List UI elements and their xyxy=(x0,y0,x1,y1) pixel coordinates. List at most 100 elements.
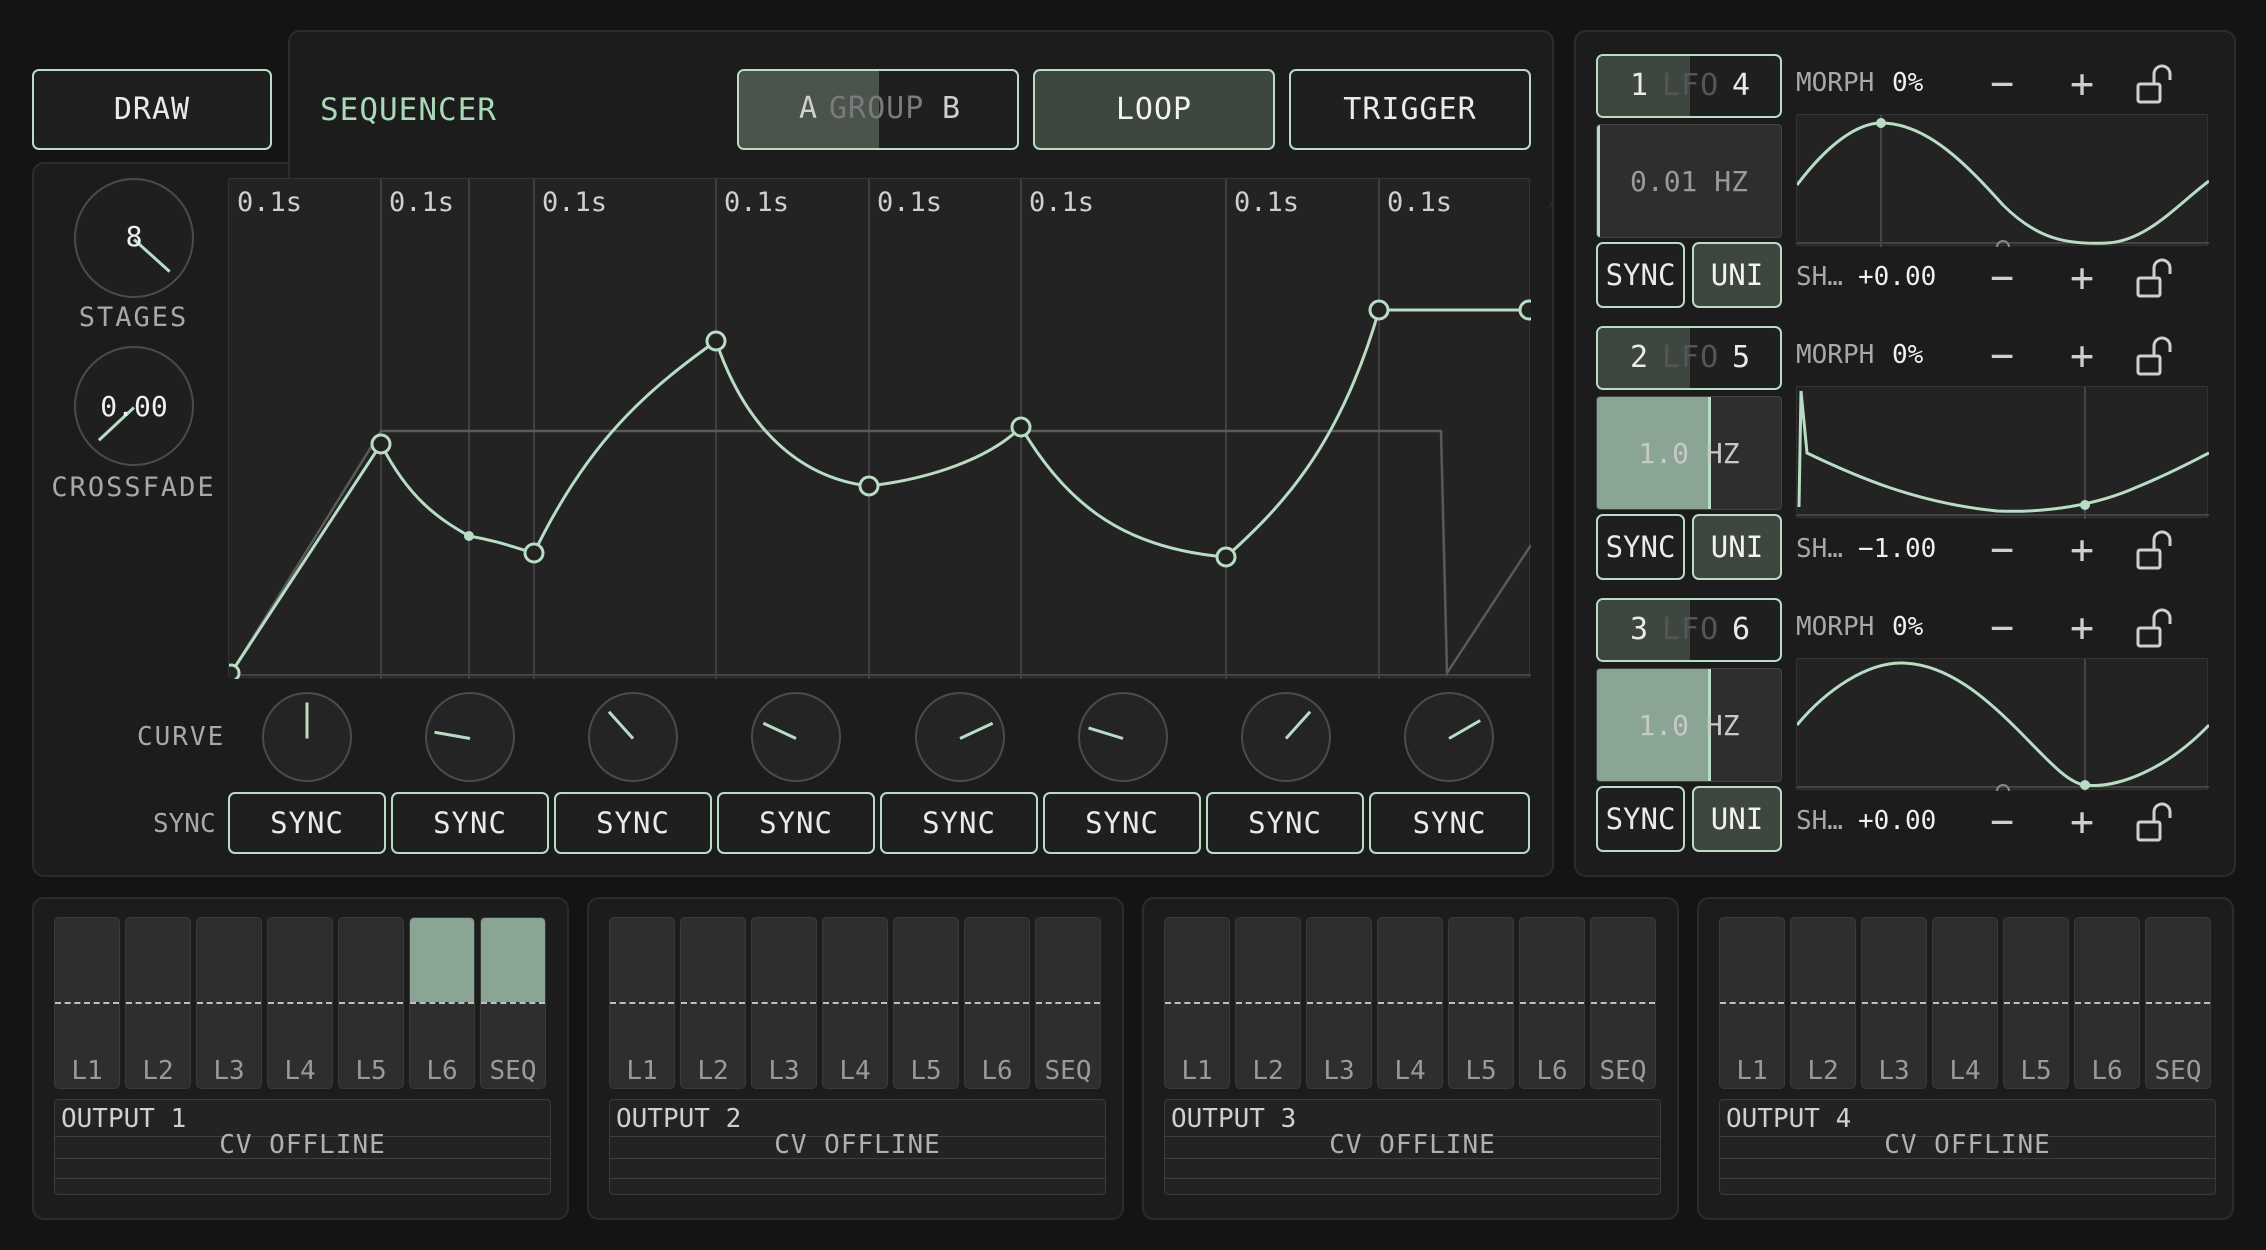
lfo-select-3[interactable]: 3 LFO 6 xyxy=(1596,598,1782,662)
curve-knob-1[interactable] xyxy=(262,692,352,782)
fader-l3[interactable]: L3 xyxy=(1861,917,1927,1089)
lock-open-icon[interactable] xyxy=(2134,336,2174,380)
morph-minus-3[interactable]: − xyxy=(1982,605,2022,651)
fader-l4[interactable]: L4 xyxy=(822,917,888,1089)
fader-l6[interactable]: L6 xyxy=(2074,917,2140,1089)
fader-seq[interactable]: SEQ xyxy=(2145,917,2211,1089)
lfo-sync-button-1[interactable]: SYNC xyxy=(1596,242,1685,308)
curve-knob-3[interactable] xyxy=(588,692,678,782)
shape-value-1: +0.00 xyxy=(1858,262,1937,292)
step-sync-button-6[interactable]: SYNC xyxy=(1043,792,1201,854)
fader-l2[interactable]: L2 xyxy=(125,917,191,1089)
shape-minus-2[interactable]: − xyxy=(1982,527,2022,573)
step-sync-button-8[interactable]: SYNC xyxy=(1369,792,1530,854)
step-sync-button-3[interactable]: SYNC xyxy=(554,792,712,854)
shape-minus-1[interactable]: − xyxy=(1982,255,2022,301)
fader-center-mark xyxy=(894,1002,958,1004)
lock-open-icon[interactable] xyxy=(2134,258,2174,302)
lfo-sync-button-3[interactable]: SYNC xyxy=(1596,786,1685,852)
fader-l6[interactable]: L6 xyxy=(1519,917,1585,1089)
lock-open-icon[interactable] xyxy=(2134,802,2174,846)
fader-l1[interactable]: L1 xyxy=(1719,917,1785,1089)
lfo-select-2[interactable]: 2 LFO 5 xyxy=(1596,326,1782,390)
lfo-wave-graph-1[interactable] xyxy=(1796,114,2209,247)
lfo-rate-1[interactable]: 0.01 HZ xyxy=(1596,124,1782,238)
morph-plus-1[interactable]: + xyxy=(2062,61,2102,107)
fader-l4[interactable]: L4 xyxy=(1932,917,1998,1089)
lfo-uni-button-2[interactable]: UNI xyxy=(1692,514,1782,580)
fader-center-mark xyxy=(1236,1002,1300,1004)
lfo-num-b: 5 xyxy=(1732,340,1752,375)
fader-l3[interactable]: L3 xyxy=(1306,917,1372,1089)
lock-open-icon[interactable] xyxy=(2134,64,2174,108)
envelope-svg xyxy=(229,179,1531,679)
group-a-label: A xyxy=(799,91,819,126)
fader-l2[interactable]: L2 xyxy=(1235,917,1301,1089)
curve-knob-8[interactable] xyxy=(1404,692,1494,782)
trigger-button[interactable]: TRIGGER xyxy=(1289,69,1531,150)
fader-l1[interactable]: L1 xyxy=(54,917,120,1089)
draw-button[interactable]: DRAW xyxy=(32,69,272,150)
fader-l1[interactable]: L1 xyxy=(1164,917,1230,1089)
lock-open-icon[interactable] xyxy=(2134,530,2174,574)
fader-l1[interactable]: L1 xyxy=(609,917,675,1089)
fader-l6[interactable]: L6 xyxy=(409,917,475,1089)
fader-seq[interactable]: SEQ xyxy=(1590,917,1656,1089)
morph-minus-1[interactable]: − xyxy=(1982,61,2022,107)
fader-l6[interactable]: L6 xyxy=(964,917,1030,1089)
lfo-rate-2[interactable]: 1.0 HZ xyxy=(1596,396,1782,510)
step-sync-button-4[interactable]: SYNC xyxy=(717,792,875,854)
stages-knob[interactable]: 8 xyxy=(74,178,194,298)
lfo-uni-button-3[interactable]: UNI xyxy=(1692,786,1782,852)
shape-minus-3[interactable]: − xyxy=(1982,799,2022,845)
crossfade-knob[interactable]: 0.00 xyxy=(74,346,194,466)
step-sync-button-2[interactable]: SYNC xyxy=(391,792,549,854)
group-toggle[interactable]: A GROUP B xyxy=(737,69,1019,150)
lfo-rate-3[interactable]: 1.0 HZ xyxy=(1596,668,1782,782)
lock-open-icon[interactable] xyxy=(2134,608,2174,652)
fader-l2[interactable]: L2 xyxy=(1790,917,1856,1089)
lfo-rate-text: 1.0 HZ xyxy=(1638,437,1740,470)
fader-l3[interactable]: L3 xyxy=(751,917,817,1089)
fader-center-mark xyxy=(1933,1002,1997,1004)
curve-knob-7[interactable] xyxy=(1241,692,1331,782)
fader-seq[interactable]: SEQ xyxy=(1035,917,1101,1089)
fader-seq[interactable]: SEQ xyxy=(480,917,546,1089)
lfo-rate-text: 0.01 HZ xyxy=(1629,165,1748,198)
fader-l2[interactable]: L2 xyxy=(680,917,746,1089)
shape-plus-2[interactable]: + xyxy=(2062,527,2102,573)
morph-plus-2[interactable]: + xyxy=(2062,333,2102,379)
fader-center-mark xyxy=(55,1002,119,1004)
fader-l5[interactable]: L5 xyxy=(1448,917,1514,1089)
shape-plus-3[interactable]: + xyxy=(2062,799,2102,845)
curve-knob-4[interactable] xyxy=(751,692,841,782)
curve-knob-2[interactable] xyxy=(425,692,515,782)
fader-l5[interactable]: L5 xyxy=(893,917,959,1089)
sequencer-tab-label[interactable]: SEQUENCER xyxy=(320,92,497,128)
lfo-sync-button-2[interactable]: SYNC xyxy=(1596,514,1685,580)
curve-knob-5[interactable] xyxy=(915,692,1005,782)
curve-knob-6[interactable] xyxy=(1078,692,1168,782)
step-sync-button-5[interactable]: SYNC xyxy=(880,792,1038,854)
lfo-wave-graph-3[interactable] xyxy=(1796,658,2209,791)
step-sync-button-1[interactable]: SYNC xyxy=(228,792,386,854)
output-status: CV OFFLINE xyxy=(1329,1130,1496,1160)
step-sync-button-7[interactable]: SYNC xyxy=(1206,792,1364,854)
step-envelope-graph[interactable]: 0.1s 0.1s 0.1s 0.1s 0.1s 0.1s 0.1s 0.1s xyxy=(228,178,1531,679)
morph-minus-2[interactable]: − xyxy=(1982,333,2022,379)
fader-l5[interactable]: L5 xyxy=(2003,917,2069,1089)
fader-l5[interactable]: L5 xyxy=(338,917,404,1089)
fader-l4[interactable]: L4 xyxy=(267,917,333,1089)
fader-label: L4 xyxy=(1949,1056,1981,1086)
stages-value: 8 xyxy=(125,220,143,253)
lfo-select-1[interactable]: 1 LFO 4 xyxy=(1596,54,1782,118)
morph-plus-3[interactable]: + xyxy=(2062,605,2102,651)
fader-center-mark xyxy=(197,1002,261,1004)
fader-l4[interactable]: L4 xyxy=(1377,917,1443,1089)
loop-button[interactable]: LOOP xyxy=(1033,69,1275,150)
fader-l3[interactable]: L3 xyxy=(196,917,262,1089)
lfo-uni-button-1[interactable]: UNI xyxy=(1692,242,1782,308)
fader-fill xyxy=(481,918,545,1002)
shape-plus-1[interactable]: + xyxy=(2062,255,2102,301)
lfo-wave-graph-2[interactable] xyxy=(1796,386,2209,519)
